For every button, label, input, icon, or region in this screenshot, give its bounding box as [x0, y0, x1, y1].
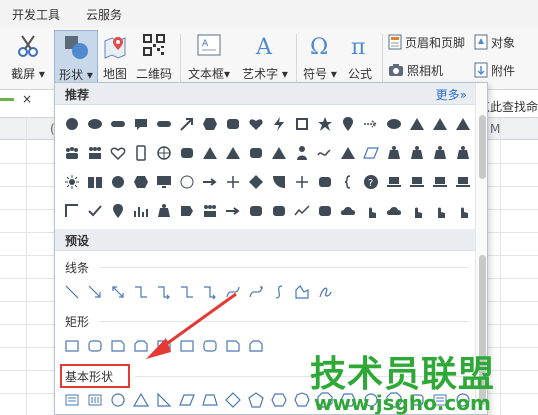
watermark-url: www.jsgho.com: [314, 391, 491, 415]
watermark-title: 技术员联盟: [310, 354, 496, 395]
watermark: 技术员联盟 www.jsgho.com: [300, 345, 538, 415]
app-window: { "menu": { "items": ["开发工具", "云服务"] }, …: [0, 0, 538, 415]
